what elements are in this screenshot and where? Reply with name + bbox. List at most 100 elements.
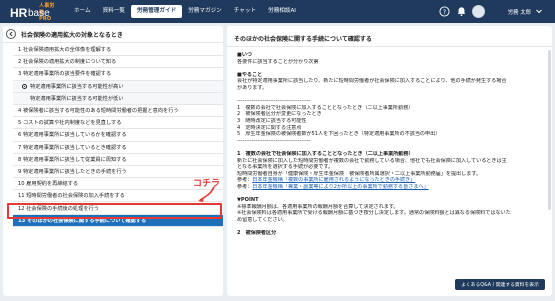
line-text: ※標準報酬月額は、各適用事業所の報酬月額を合算して決定されます。	[237, 203, 399, 210]
content-line: 1 複数の会社で社会保険に加入することとなったとき（二以上事業所勤務）	[237, 105, 549, 112]
toc-item[interactable]: 8 特定適用事業所に該当して従業員に周知する	[13, 154, 223, 166]
toc-item[interactable]: 1 社会保険適用拡大の全体像を理解する	[13, 44, 223, 57]
content-line: 5 厚生年金保険の被保険者数が51人を下回ったとき（特定適用事業所の不該当の申出…	[237, 131, 549, 138]
toc-item[interactable]: 3 特定適用事業所の該当要件を確認する	[13, 68, 223, 81]
help-icon[interactable]: ?	[438, 6, 450, 18]
line-text: 4 定時決定に関する注意点	[237, 124, 302, 131]
reference-link[interactable]: 日本年金機構「兼業・副業等により2か所以上の事業所で勤務する皆さまへ」	[252, 184, 428, 190]
content-line: 短時間労働者自身が「健康保険・厚生年金保険 被保険者所属選択・二以上事業所勤務届…	[237, 171, 549, 178]
content-line: ※社会保険料は各適用事業所で受ける報酬月額に基づき按分し決定します。通常の保険料…	[237, 210, 549, 217]
toc-item-label: 7 特定適用事業所に該当しているとき確認する	[18, 144, 127, 151]
content-line: となる事業所を選択する手続が必要です。	[237, 164, 549, 171]
toc-item[interactable]: 11 短時間労働者の社会保険の加入手続をする	[13, 190, 223, 203]
toc-item-label: 特定適用事業所に該当する可能性が低い	[30, 95, 124, 102]
line-text: 短時間労働者自身が「健康保険・厚生年金保険 被保険者所属選択・二以上事業所勤務届…	[237, 170, 481, 177]
content-line: 4 定時決定に関する注意点	[237, 125, 549, 132]
line-text: 1 複数の会社で社会保険に加入することとなったとき（二以上事業所勤務）	[237, 104, 414, 111]
faq-button[interactable]: よくあるQ&A / 関連する資料を表示	[455, 279, 545, 290]
content-line: 各要件に該当することが分かり次第	[237, 59, 549, 66]
nav-labor-ai[interactable]: 労務相談AI	[262, 5, 302, 18]
content-heading: ■いつ	[237, 52, 549, 59]
nav-chat[interactable]: チャット	[228, 5, 262, 18]
toc-item-label: 5 コストの試算や社内制度などを見直しする	[18, 120, 122, 127]
content-line: があります。	[237, 85, 549, 92]
toc-item[interactable]: 9 特定適用事業所に該当したときの手続を行う	[13, 166, 223, 179]
avatar[interactable]	[472, 5, 485, 18]
nav-labor-guide[interactable]: 労務管理ガイド	[131, 5, 183, 18]
logo-base: base	[28, 8, 50, 19]
toc-item[interactable]: 2 社会保険の適用拡大の制度について知る	[13, 56, 223, 69]
toc-item[interactable]: 12 社会保険の手続後の処理を行う	[13, 202, 223, 215]
toc-item-label: 10 雇用契約を再締結する	[18, 181, 79, 188]
svg-text:?: ?	[442, 8, 445, 16]
line-text: となる事業所を選択する手続が必要です。	[237, 164, 334, 171]
content-line: 3 随時改定に該当する可能性	[237, 118, 549, 125]
toc-subitem[interactable]: 特定適用事業所に該当する可能性が高い	[13, 80, 223, 93]
toc-item-label: 2 社会保険の適用拡大の制度について知る	[18, 59, 117, 66]
content-heading: 1 複数の会社で社会保険に加入することとなったとき（二以上事業所勤務）	[237, 151, 549, 158]
line-text: 各要件に該当することが分かり次第	[237, 58, 319, 65]
toc-subitem[interactable]: 特定適用事業所に該当する可能性が低い	[13, 92, 223, 105]
line-text: があります。	[237, 84, 268, 91]
line-text: め留意してください。	[237, 216, 288, 223]
line-text: 2 被保険者区分が変更になったとき	[237, 111, 322, 118]
toc-item-label: 特定適用事業所に該当する可能性が高い	[30, 83, 124, 90]
line-text: 3 随時改定に該当する可能性	[237, 117, 307, 124]
line-text: 5 厚生年金保険の被保険者数が51人を下回ったとき（特定適用事業所の不該当の申出…	[237, 131, 441, 138]
toc-item-label: 9 特定適用事業所に該当したときの手続を行う	[18, 168, 127, 175]
toc-item[interactable]: 4 被保険者に該当する可能性のある短時間労働者の把握と意向を行う	[13, 105, 223, 118]
header-icons: ?	[438, 5, 485, 18]
content-heading: ■やること	[237, 72, 549, 79]
toc-item-label: 11 短時間労働者の社会保険の加入手続をする	[18, 193, 125, 200]
back-button[interactable]	[6, 29, 16, 39]
content-line: 参考：日本年金機構「複数の事業所に雇用されるようになったときの手続き」	[237, 177, 549, 184]
content-line: 会社が特定適用事業所に該当したり、新たに短時間労働者が社会保険に加入することによ…	[237, 78, 549, 85]
toc-item-label: 12 社会保険の手続後の処理を行う	[18, 205, 99, 212]
toc-item-active[interactable]: 13 そのほかの社会保険に関する手続について確認する	[13, 214, 223, 227]
line-text: ※社会保険料は各適用事業所で受ける報酬月額に基づき按分し決定します。通常の保険料…	[237, 210, 511, 217]
toc-item[interactable]: 10 雇用契約を再締結する	[13, 178, 223, 191]
line-text: 参考：	[237, 183, 253, 190]
line-text: ■いつ	[237, 52, 253, 58]
toc-item[interactable]: 5 コストの試算や社内制度などを見直しする	[13, 117, 223, 130]
top-header: 人事労務 PRO HR base ホーム 資料一覧 労務管理ガイド 労務マガジン…	[0, 0, 555, 23]
line-text: 会社が特定適用事業所に該当したり、新たに短時間労働者が社会保険に加入することによ…	[237, 78, 507, 85]
reference-link[interactable]: 日本年金機構「複数の事業所に雇用されるようになったときの手続き」	[252, 177, 415, 183]
line-text: ■やること	[237, 71, 263, 78]
content-line: 2 被保険者区分が変更になったとき	[237, 111, 549, 118]
nav-home[interactable]: ホーム	[68, 5, 97, 18]
toc-header: 社会保険の適用拡大の対象となるとき	[3, 26, 223, 43]
user-name[interactable]: 労務 太郎	[508, 8, 531, 16]
line-text: ----------------------------------------	[237, 98, 311, 105]
divider	[227, 46, 552, 47]
arrow-left-icon	[9, 31, 13, 37]
logo[interactable]: 人事労務 PRO HR base	[10, 2, 58, 22]
content-line: ----------------------------------------	[237, 98, 549, 105]
toc-item[interactable]: 6 特定適用事業所に該当しているかを確認する	[13, 129, 223, 142]
nav-documents[interactable]: 資料一覧	[97, 5, 131, 18]
line-text: ▼POINT	[237, 197, 259, 204]
main-nav: ホーム 資料一覧 労務管理ガイド 労務マガジン チャット 労務相談AI	[68, 5, 302, 18]
toc-item-label: 8 特定適用事業所に該当して従業員に周知する	[18, 156, 127, 163]
line-text: 1 複数の会社で社会保険に加入することとなったとき（二以上事業所勤務）	[237, 150, 414, 157]
radio-icon	[22, 83, 27, 89]
content-line: ----------------------------------------	[237, 138, 549, 145]
content-heading: 2 被保険者区分	[237, 230, 549, 237]
toc-item[interactable]: 7 特定適用事業所に該当しているとき確認する	[13, 142, 223, 154]
toc-item-label: 4 被保険者に該当する可能性のある短時間労働者の把握と意向を行う	[18, 108, 179, 115]
chevron-down-icon[interactable]	[535, 7, 543, 15]
toc-title: 社会保険の適用拡大の対象となるとき	[21, 31, 123, 39]
content-heading: ▼POINT	[237, 197, 549, 204]
toc-item-label: 1 社会保険適用拡大の全体像を理解する	[18, 47, 112, 54]
nav-labor-magazine[interactable]: 労務マガジン	[182, 5, 228, 18]
line-text: ----------------------------------------	[237, 137, 311, 144]
bell-icon[interactable]	[455, 6, 467, 18]
content-title: そのほかの社会保険に関する手続について確認する	[234, 36, 372, 43]
line-text: 2 被保険者区分	[237, 230, 277, 237]
content-panel: そのほかの社会保険に関する手続について確認する ■いつ 各要件に該当することが分か…	[227, 26, 552, 296]
scrollbar[interactable]	[548, 50, 551, 210]
